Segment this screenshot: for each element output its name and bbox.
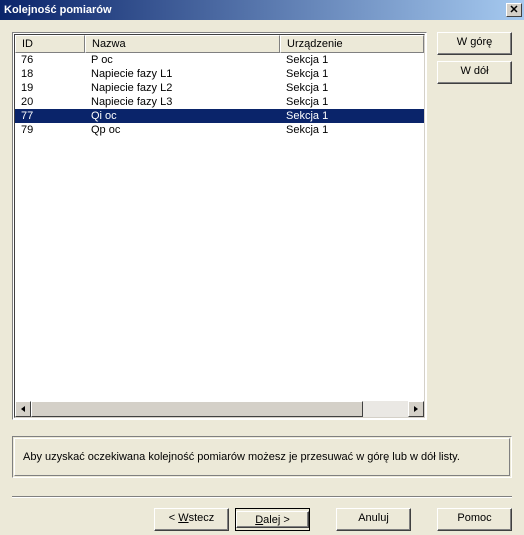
hint-text: Aby uzyskać oczekiwana kolejność pomiaró… [14, 438, 510, 476]
list-header: ID Nazwa Urządzenie [15, 35, 424, 53]
arrow-right-icon [414, 406, 418, 412]
table-row[interactable]: 76P ocSekcja 1 [15, 53, 424, 67]
list-body[interactable]: 76P ocSekcja 118Napiecie fazy L1Sekcja 1… [15, 53, 424, 401]
titlebar: Kolejność pomiarów ✕ [0, 0, 524, 20]
cell-id: 77 [15, 110, 85, 122]
cell-id: 79 [15, 124, 85, 136]
cancel-button[interactable]: Anuluj [336, 508, 411, 531]
back-button[interactable]: < Wstecz [154, 508, 229, 531]
hint-frame: Aby uzyskać oczekiwana kolejność pomiaró… [12, 436, 512, 478]
cell-device: Sekcja 1 [280, 54, 424, 66]
close-icon: ✕ [509, 5, 518, 16]
cell-id: 76 [15, 54, 85, 66]
close-button[interactable]: ✕ [506, 3, 522, 17]
window-title: Kolejność pomiarów [4, 4, 506, 16]
cell-name: Qi oc [85, 110, 280, 122]
cell-name: Napiecie fazy L3 [85, 96, 280, 108]
col-header-id[interactable]: ID [15, 35, 85, 53]
client-area: ID Nazwa Urządzenie 76P ocSekcja 118Napi… [0, 20, 524, 535]
col-header-name[interactable]: Nazwa [85, 35, 280, 53]
table-row[interactable]: 77Qi ocSekcja 1 [15, 109, 424, 123]
table-row[interactable]: 18Napiecie fazy L1Sekcja 1 [15, 67, 424, 81]
cell-device: Sekcja 1 [280, 96, 424, 108]
scroll-track[interactable] [31, 401, 408, 417]
cell-name: P oc [85, 54, 280, 66]
next-button[interactable]: Dalej > [235, 508, 310, 531]
scroll-right-button[interactable] [408, 401, 424, 417]
cell-id: 18 [15, 68, 85, 80]
table-row[interactable]: 19Napiecie fazy L2Sekcja 1 [15, 81, 424, 95]
separator [12, 496, 512, 498]
horizontal-scrollbar[interactable] [15, 401, 424, 417]
button-row: < Wstecz Dalej > Anuluj Pomoc [12, 508, 512, 531]
cell-device: Sekcja 1 [280, 110, 424, 122]
scroll-left-button[interactable] [15, 401, 31, 417]
cell-device: Sekcja 1 [280, 82, 424, 94]
cell-device: Sekcja 1 [280, 124, 424, 136]
cell-id: 20 [15, 96, 85, 108]
cell-name: Napiecie fazy L1 [85, 68, 280, 80]
arrow-left-icon [21, 406, 25, 412]
cell-name: Napiecie fazy L2 [85, 82, 280, 94]
help-button[interactable]: Pomoc [437, 508, 512, 531]
table-row[interactable]: 20Napiecie fazy L3Sekcja 1 [15, 95, 424, 109]
scroll-thumb[interactable] [31, 401, 363, 417]
move-down-button[interactable]: W dół [437, 61, 512, 84]
cell-name: Qp oc [85, 124, 280, 136]
table-row[interactable]: 79Qp ocSekcja 1 [15, 123, 424, 137]
cell-device: Sekcja 1 [280, 68, 424, 80]
cell-id: 19 [15, 82, 85, 94]
col-header-device[interactable]: Urządzenie [280, 35, 424, 53]
move-up-button[interactable]: W górę [437, 32, 512, 55]
measurement-list[interactable]: ID Nazwa Urządzenie 76P ocSekcja 118Napi… [12, 32, 427, 420]
